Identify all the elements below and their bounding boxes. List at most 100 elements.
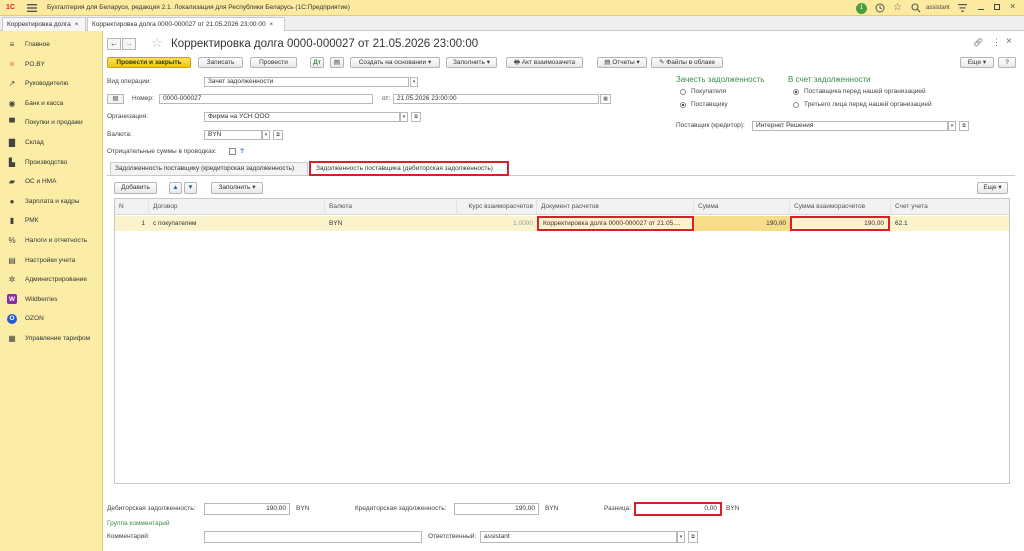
supplier-creditor-input[interactable]: Интернет Решения xyxy=(752,121,948,131)
currency-dropdown-icon[interactable]: ▾ xyxy=(262,130,270,140)
col-currency[interactable]: Валюта xyxy=(325,199,457,215)
tab-close-icon[interactable]: × xyxy=(269,21,273,28)
cloud-files-button[interactable]: ✎ Файлы в облаке xyxy=(651,57,723,68)
notifications-icon[interactable]: 1 xyxy=(856,3,867,14)
organization-open-icon[interactable]: ⧉ xyxy=(411,112,421,122)
table-fill-button[interactable]: Заполнить ▾ xyxy=(211,182,263,194)
sidebar-item-12[interactable]: ✲ Администрирование xyxy=(0,270,103,289)
table-more-button[interactable]: Еще ▾ xyxy=(977,182,1008,194)
reconcile-act-button[interactable]: 🖶︎ Акт взаимозачета xyxy=(506,57,583,68)
history-icon[interactable] xyxy=(875,3,885,13)
organization-input[interactable]: Фирма на УСН ООО xyxy=(204,112,400,122)
close-icon[interactable]: × xyxy=(1010,1,1015,11)
add-row-button[interactable]: Добавить xyxy=(114,182,157,194)
comment-input[interactable] xyxy=(204,531,422,543)
subtab-creditor-debt[interactable]: Задолженность поставщику (кредиторская з… xyxy=(110,162,308,175)
date-input[interactable]: 21.05.2026 23:00:00 xyxy=(393,94,599,104)
debit-label: Дебиторская задолженность: xyxy=(107,505,196,512)
cell-settlement-amount[interactable]: 190,00 xyxy=(790,216,890,231)
sidebar-item-6[interactable]: ▙ Производство xyxy=(0,153,103,172)
tab-debt-adjustment-doc[interactable]: Корректировка долга 0000-000027 от 21.05… xyxy=(87,17,285,31)
settings-menu-icon[interactable] xyxy=(958,4,967,12)
account-supplier-radio[interactable] xyxy=(793,89,799,95)
responsible-open-icon[interactable]: ⧉ xyxy=(688,531,698,543)
supplier-open-icon[interactable]: ⧉ xyxy=(959,121,969,131)
operation-type-dropdown-icon[interactable]: ▾ xyxy=(410,77,418,87)
offset-buyer-radio[interactable] xyxy=(680,89,686,95)
col-amount[interactable]: Сумма xyxy=(694,199,790,215)
main-menu-icon[interactable] xyxy=(27,4,37,12)
cell-rate[interactable]: 1,0000 xyxy=(457,216,537,231)
restore-icon[interactable] xyxy=(994,4,1000,10)
negative-sums-checkbox[interactable] xyxy=(229,148,236,155)
sidebar-item-7[interactable]: ▰ ОС и НМА xyxy=(0,172,103,191)
currency-open-icon[interactable]: ⧉ xyxy=(273,130,283,140)
responsible-input[interactable]: assistant xyxy=(480,531,677,543)
sidebar-item-13[interactable]: W Wildberries xyxy=(0,290,103,309)
favorite-star-icon[interactable]: ☆ xyxy=(151,35,163,51)
percent-icon: % xyxy=(8,236,16,245)
structure-button[interactable]: ▤ xyxy=(330,57,344,68)
cell-currency[interactable]: BYN xyxy=(325,216,457,231)
sidebar-item-4[interactable]: ▀ Покупки и продажи xyxy=(0,113,103,132)
subtab-debtor-debt[interactable]: Задолженность поставщика (дебиторская за… xyxy=(309,161,509,176)
help-button[interactable]: ? xyxy=(998,57,1016,68)
cell-contract[interactable]: с покупателем xyxy=(149,216,325,231)
forward-button[interactable]: → xyxy=(122,38,136,50)
sidebar-item-0[interactable]: ≡ Главное xyxy=(0,35,103,54)
back-button[interactable]: ← xyxy=(107,38,121,50)
sidebar-item-15[interactable]: ▦ Управление тарифом xyxy=(0,329,103,348)
close-form-icon[interactable]: × xyxy=(1006,36,1012,47)
calendar-icon[interactable]: ▦ xyxy=(600,94,611,104)
favorites-star-icon[interactable]: ☆ xyxy=(893,2,902,13)
fill-button[interactable]: Заполнить ▾ xyxy=(446,57,497,68)
user-name[interactable]: assistant xyxy=(926,3,950,13)
tab-debt-adjustment-list[interactable]: Корректировка долга × xyxy=(2,17,86,31)
operation-type-select[interactable]: Зачет задолженности xyxy=(204,77,409,87)
post-button[interactable]: Провести xyxy=(250,57,297,68)
supplier-dropdown-icon[interactable]: ▾ xyxy=(948,121,956,131)
move-up-button[interactable]: ▲ xyxy=(169,182,182,194)
account-third-party-radio[interactable] xyxy=(793,102,799,108)
col-rate[interactable]: Курс взаиморасчетов xyxy=(457,199,537,215)
sidebar-item-11[interactable]: ▤ Настройки учета xyxy=(0,251,103,270)
negative-sums-help[interactable]: ? xyxy=(240,147,244,157)
number-settings-button[interactable]: ▤ xyxy=(107,94,124,104)
tab-close-icon[interactable]: × xyxy=(75,21,79,28)
cell-settlement-doc[interactable]: Корректировка долга 0000-000027 от 21.05… xyxy=(537,216,694,231)
reports-button[interactable]: ▤ Отчеты ▾ xyxy=(597,57,647,68)
sidebar-item-2[interactable]: ↗ Руководителю xyxy=(0,74,103,93)
sidebar-item-14[interactable]: O OZON xyxy=(0,309,103,328)
col-settlement-doc[interactable]: Документ расчетов xyxy=(537,199,694,215)
offset-supplier-radio[interactable] xyxy=(680,102,686,108)
search-icon[interactable] xyxy=(911,3,921,13)
col-n[interactable]: N xyxy=(115,199,149,215)
organization-dropdown-icon[interactable]: ▾ xyxy=(400,112,408,122)
number-input[interactable]: 0000-000027 xyxy=(159,94,373,104)
responsible-dropdown-icon[interactable]: ▾ xyxy=(677,531,685,543)
sidebar-item-3[interactable]: ◉ Банк и касса xyxy=(0,94,103,113)
col-settlement-amount[interactable]: Сумма взаиморасчетов xyxy=(790,199,891,215)
col-contract[interactable]: Договор xyxy=(149,199,325,215)
sidebar-item-5[interactable]: ▇ Склад xyxy=(0,133,103,152)
link-icon[interactable]: 🔗︎ xyxy=(973,38,983,47)
create-basis-button[interactable]: Создать на основании ▾ xyxy=(350,57,440,68)
post-and-close-button[interactable]: Провести и закрыть xyxy=(107,57,191,68)
sidebar-item-10[interactable]: % Налоги и отчетность xyxy=(0,231,103,250)
save-button[interactable]: Записать xyxy=(198,57,243,68)
minimize-icon[interactable] xyxy=(978,9,984,10)
factory-icon: ▙ xyxy=(8,157,16,167)
more-vertical-icon[interactable]: ⋮ xyxy=(992,37,1001,48)
move-down-button[interactable]: ▼ xyxy=(184,182,197,194)
currency-input[interactable]: BYN xyxy=(204,130,262,140)
col-account[interactable]: Счет учета xyxy=(891,199,1009,215)
comments-group-link[interactable]: Группа комментарий xyxy=(107,519,169,529)
sidebar-item-8[interactable]: ● Зарплата и кадры xyxy=(0,192,103,211)
ledger-entries-button[interactable]: Дт xyxy=(310,57,324,68)
cell-amount[interactable]: 190,00 xyxy=(694,216,790,231)
sidebar-item-9[interactable]: ▮ РМК xyxy=(0,211,103,230)
cell-account[interactable]: 62.1 xyxy=(891,216,1009,231)
more-button[interactable]: Еще ▾ xyxy=(960,57,994,68)
sidebar-item-1[interactable]: ✳ PO.BY xyxy=(0,55,103,74)
tab-label: Корректировка долга xyxy=(7,21,71,28)
